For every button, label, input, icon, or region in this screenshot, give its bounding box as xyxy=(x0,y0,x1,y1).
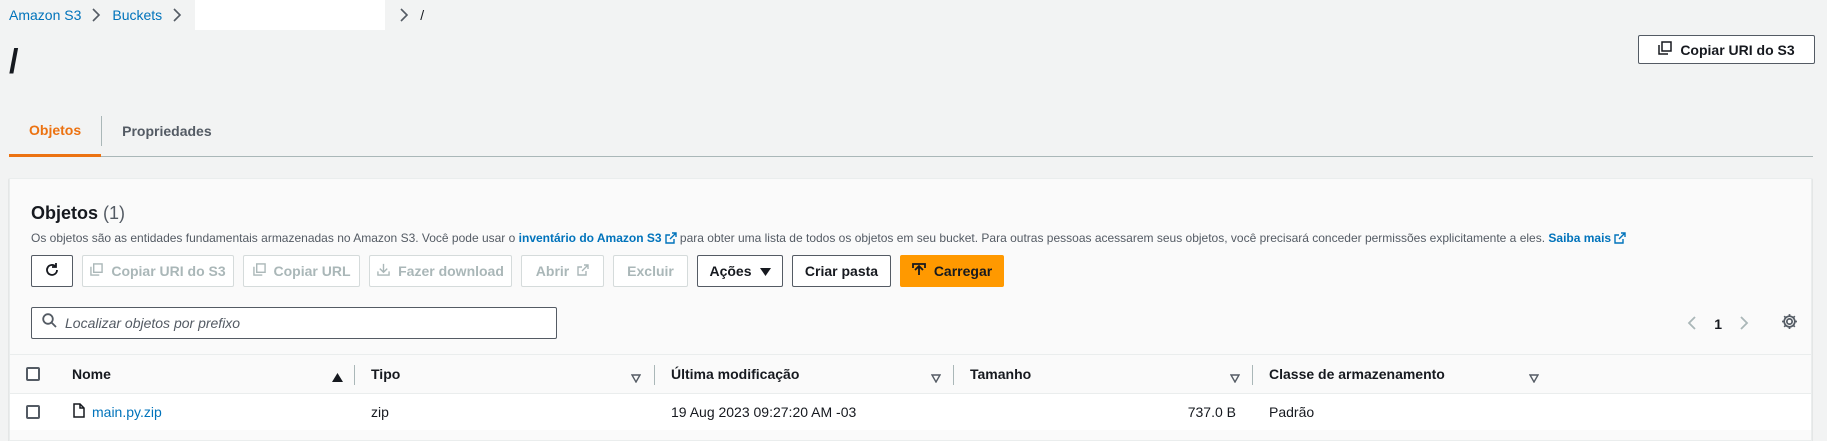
actions-dropdown[interactable]: Ações xyxy=(697,255,783,287)
caret-down-icon xyxy=(759,263,771,279)
sort-ascending-icon[interactable] xyxy=(332,369,343,387)
select-all-cell xyxy=(26,355,40,393)
breadcrumb-current: / xyxy=(420,7,425,23)
copy-s3-uri-label: Copiar URI do S3 xyxy=(1680,41,1795,58)
search-input[interactable] xyxy=(65,315,556,331)
pagination: 1 xyxy=(1687,312,1749,336)
page-number[interactable]: 1 xyxy=(1714,316,1722,332)
breadcrumb: Amazon S3 Buckets / xyxy=(9,0,425,30)
sort-icon[interactable] xyxy=(1528,370,1540,388)
delete-button[interactable]: Excluir xyxy=(613,255,688,287)
tab-properties[interactable]: Propriedades xyxy=(102,105,231,157)
column-header-modified[interactable]: Última modificação xyxy=(671,355,799,393)
object-last-modified: 19 Aug 2023 09:27:20 AM -03 xyxy=(671,404,857,420)
learn-more-label: Saiba mais xyxy=(1548,231,1612,245)
column-header-type[interactable]: Tipo xyxy=(371,355,400,393)
upload-icon xyxy=(911,262,926,280)
object-name-cell: main.py.zip xyxy=(73,394,162,430)
objects-count: (1) xyxy=(103,203,126,223)
copy-icon xyxy=(252,263,266,279)
learn-more-link[interactable]: Saiba mais xyxy=(1548,231,1626,245)
object-storage-class: Padrão xyxy=(1269,404,1315,420)
copy-icon xyxy=(90,263,104,279)
actions-label: Ações xyxy=(709,263,752,279)
column-divider xyxy=(354,365,355,385)
column-divider xyxy=(1252,365,1253,385)
copy-url-button[interactable]: Copiar URL xyxy=(243,255,360,287)
table-header-row: Nome Tipo Última modificação Tamanho Cla… xyxy=(10,354,1811,394)
column-header-name[interactable]: Nome xyxy=(72,355,111,393)
objects-toolbar: Copiar URI do S3 Copiar URL Fazer downlo… xyxy=(31,255,1004,287)
inventory-link[interactable]: inventário do Amazon S3 xyxy=(519,231,677,245)
sort-icon[interactable] xyxy=(630,370,642,388)
upload-button[interactable]: Carregar xyxy=(900,255,1004,287)
column-divider xyxy=(953,365,954,385)
column-header-size[interactable]: Tamanho xyxy=(970,355,1031,393)
search-icon xyxy=(42,313,57,333)
next-page-icon[interactable] xyxy=(1740,315,1749,333)
gear-icon[interactable] xyxy=(1781,313,1798,335)
inventory-link-label: inventário do Amazon S3 xyxy=(518,231,662,245)
previous-page-icon[interactable] xyxy=(1687,315,1696,333)
objects-title: Objetos xyxy=(31,203,99,223)
external-link-icon xyxy=(1614,232,1626,248)
breadcrumb-buckets[interactable]: Buckets xyxy=(112,7,162,23)
breadcrumb-bucket-redacted[interactable] xyxy=(195,0,386,30)
chevron-right-icon xyxy=(173,8,182,22)
refresh-button[interactable] xyxy=(31,255,73,287)
object-name-link[interactable]: main.py.zip xyxy=(92,404,162,420)
download-button[interactable]: Fazer download xyxy=(369,255,512,287)
table-row: main.py.zip zip 19 Aug 2023 09:27:20 AM … xyxy=(10,394,1811,430)
column-divider xyxy=(654,365,655,385)
download-label: Fazer download xyxy=(398,263,504,279)
create-folder-label: Criar pasta xyxy=(804,263,879,279)
open-button[interactable]: Abrir xyxy=(521,255,604,287)
desc-prefix: Os objetos são as entidades fundamentais… xyxy=(31,231,516,245)
row-select-cell xyxy=(26,394,40,430)
copy-s3-uri-toolbar-button[interactable]: Copiar URI do S3 xyxy=(82,255,234,287)
tab-list: Objetos Propriedades xyxy=(9,105,1813,157)
delete-label: Excluir xyxy=(627,263,674,279)
refresh-icon xyxy=(44,262,60,281)
chevron-right-icon xyxy=(400,8,409,22)
external-link-icon xyxy=(577,263,589,279)
chevron-right-icon xyxy=(92,8,101,22)
download-icon xyxy=(377,263,390,279)
tab-objects[interactable]: Objetos xyxy=(9,105,102,157)
select-all-checkbox[interactable] xyxy=(26,367,40,381)
sort-icon[interactable] xyxy=(930,370,942,388)
page-title: / xyxy=(9,43,19,81)
copy-s3-uri-button[interactable]: Copiar URI do S3 xyxy=(1638,35,1815,64)
upload-label: Carregar xyxy=(933,263,993,279)
sort-icon[interactable] xyxy=(1229,370,1241,388)
copy-url-label: Copiar URL xyxy=(273,263,351,279)
row-checkbox[interactable] xyxy=(26,405,40,419)
objects-table: Nome Tipo Última modificação Tamanho Cla… xyxy=(10,354,1811,430)
copy-s3-uri-toolbar-label: Copiar URI do S3 xyxy=(111,263,226,279)
copy-icon xyxy=(1658,41,1673,58)
desc-middle: para obter uma lista de todos os objetos… xyxy=(679,231,1546,245)
objects-description: Os objetos são as entidades fundamentais… xyxy=(31,230,1626,248)
file-icon xyxy=(73,403,85,421)
object-size: 737.0 B xyxy=(1187,404,1236,420)
breadcrumb-amazon-s3[interactable]: Amazon S3 xyxy=(9,7,81,23)
objects-heading: Objetos (1) xyxy=(31,201,125,225)
objects-panel: Objetos (1) Os objetos são as entidades … xyxy=(9,178,1812,441)
external-link-icon xyxy=(664,232,677,248)
column-header-storage-class[interactable]: Classe de armazenamento xyxy=(1269,355,1445,393)
open-label: Abrir xyxy=(535,263,570,279)
search-box xyxy=(31,307,557,339)
object-type: zip xyxy=(371,404,389,420)
create-folder-button[interactable]: Criar pasta xyxy=(792,255,891,287)
